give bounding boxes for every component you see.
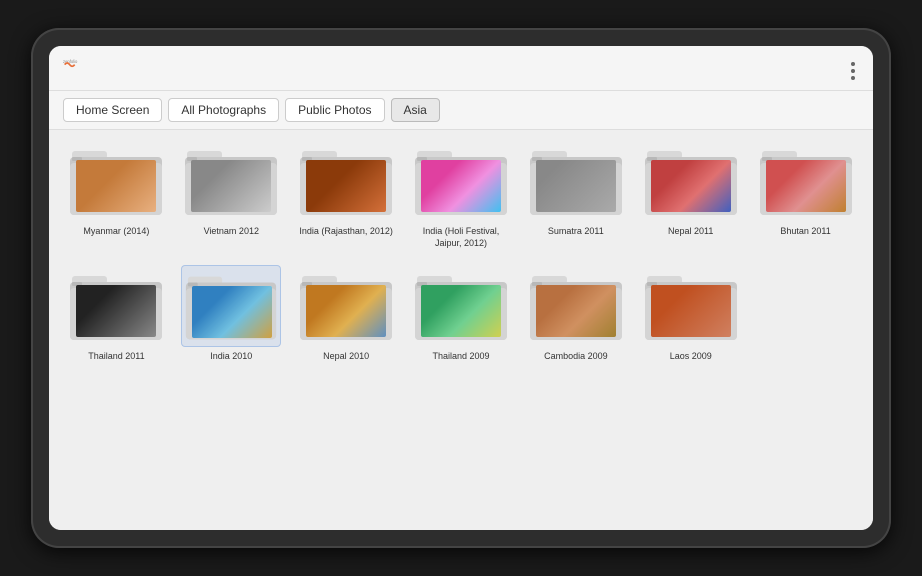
tab-all-photos[interactable]: All Photographs: [168, 98, 279, 122]
folder-thumb-india-raj: [306, 160, 386, 212]
folders-grid: Myanmar (2014) Vietnam 2012: [63, 140, 859, 363]
folder-thumb-nepal-2010: [306, 285, 386, 337]
folder-icon-thailand-2009: [411, 265, 511, 347]
folder-thumb-bhutan: [766, 160, 846, 212]
folder-label-vietnam: Vietnam 2012: [204, 226, 259, 238]
folder-thumb-india-2010: [192, 286, 272, 338]
folder-label-bhutan: Bhutan 2011: [780, 226, 830, 238]
folder-label-india-2010: India 2010: [210, 351, 252, 363]
tablet-frame: zenfolio Home ScreenAll PhotographsPubli…: [31, 28, 891, 548]
tab-public-photos[interactable]: Public Photos: [285, 98, 384, 122]
folder-thumb-cambodia: [536, 285, 616, 337]
more-dot-2: [851, 69, 855, 73]
folder-label-india-raj: India (Rajasthan, 2012): [299, 226, 393, 238]
folder-icon-india-raj: [296, 140, 396, 222]
tab-asia[interactable]: Asia: [391, 98, 440, 122]
folder-bhutan[interactable]: Bhutan 2011: [752, 140, 859, 249]
folder-vietnam[interactable]: Vietnam 2012: [178, 140, 285, 249]
folder-thumb-laos: [651, 285, 731, 337]
folder-label-laos: Laos 2009: [670, 351, 712, 363]
folder-icon-india-2010: [181, 265, 281, 347]
folder-thailand-2011[interactable]: Thailand 2011: [63, 265, 170, 363]
folder-thumb-vietnam: [191, 160, 271, 212]
folder-icon-nepal-2010: [296, 265, 396, 347]
folder-sumatra[interactable]: Sumatra 2011: [522, 140, 629, 249]
folder-label-sumatra: Sumatra 2011: [548, 226, 604, 238]
folder-icon-sumatra: [526, 140, 626, 222]
folder-thumb-nepal-2011: [651, 160, 731, 212]
nav-tabs: Home ScreenAll PhotographsPublic Photos A…: [49, 91, 873, 130]
folder-india-2010[interactable]: India 2010: [178, 265, 285, 363]
folder-laos[interactable]: Laos 2009: [637, 265, 744, 363]
folder-thumb-sumatra: [536, 160, 616, 212]
header: zenfolio: [49, 46, 873, 91]
folder-label-thailand-2009: Thailand 2009: [432, 351, 489, 363]
folder-thailand-2009[interactable]: Thailand 2009: [408, 265, 515, 363]
folder-label-myanmar: Myanmar (2014): [83, 226, 149, 238]
more-dot-3: [851, 76, 855, 80]
tab-home[interactable]: Home Screen: [63, 98, 162, 122]
folder-icon-thailand-2011: [66, 265, 166, 347]
folder-thumb-myanmar: [76, 160, 156, 212]
folder-label-india-holi: India (Holi Festival, Jaipur, 2012): [411, 226, 511, 249]
folder-india-raj[interactable]: India (Rajasthan, 2012): [293, 140, 400, 249]
folder-icon-india-holi: [411, 140, 511, 222]
folder-label-thailand-2011: Thailand 2011: [88, 351, 144, 363]
folder-cambodia[interactable]: Cambodia 2009: [522, 265, 629, 363]
header-title-row: zenfolio: [63, 56, 91, 70]
folder-icon-cambodia: [526, 265, 626, 347]
folder-thumb-india-holi: [421, 160, 501, 212]
folder-nepal-2011[interactable]: Nepal 2011: [637, 140, 744, 249]
folder-icon-myanmar: [66, 140, 166, 222]
more-menu-button[interactable]: [847, 58, 859, 84]
header-left: zenfolio: [63, 56, 91, 72]
folder-label-nepal-2011: Nepal 2011: [668, 226, 713, 238]
folder-icon-bhutan: [756, 140, 856, 222]
folder-icon-vietnam: [181, 140, 281, 222]
tablet-screen: zenfolio Home ScreenAll PhotographsPubli…: [49, 46, 873, 530]
content-area: Myanmar (2014) Vietnam 2012: [49, 130, 873, 530]
folder-label-nepal-2010: Nepal 2010: [323, 351, 369, 363]
folder-myanmar[interactable]: Myanmar (2014): [63, 140, 170, 249]
zenfolio-logo-icon: zenfolio: [63, 56, 83, 70]
more-dot-1: [851, 62, 855, 66]
folder-icon-laos: [641, 265, 741, 347]
zenfolio-logo: zenfolio: [63, 56, 83, 70]
folder-thumb-thailand-2011: [76, 285, 156, 337]
folder-icon-nepal-2011: [641, 140, 741, 222]
folder-india-holi[interactable]: India (Holi Festival, Jaipur, 2012): [408, 140, 515, 249]
folder-label-cambodia: Cambodia 2009: [544, 351, 608, 363]
folder-nepal-2010[interactable]: Nepal 2010: [293, 265, 400, 363]
folder-thumb-thailand-2009: [421, 285, 501, 337]
